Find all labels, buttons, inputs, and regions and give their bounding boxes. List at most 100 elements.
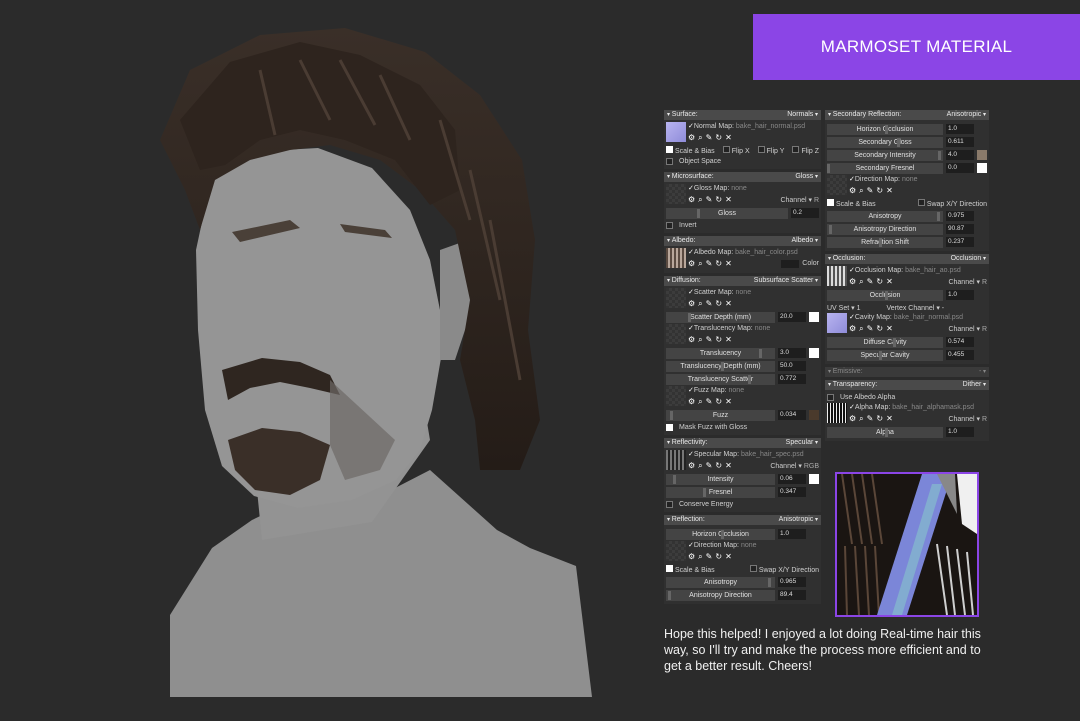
search-icon[interactable]: ⌕ [859, 186, 863, 196]
mode-dropdown[interactable]: - [979, 367, 986, 377]
secondary-intensity-value[interactable]: 4.0 [946, 150, 974, 160]
secondary-fresnel-value[interactable]: 0.0 [946, 163, 974, 173]
checkbox-mask-fuzz[interactable] [666, 424, 673, 431]
refresh-icon[interactable]: ↻ [715, 299, 722, 308]
mode-dropdown[interactable]: Specular [786, 438, 818, 448]
fresnel-color-swatch[interactable] [977, 163, 987, 173]
secondary-intensity-slider[interactable]: Secondary Intensity [827, 149, 943, 161]
mode-dropdown[interactable]: Dither [963, 380, 986, 390]
gear-icon[interactable]: ⚙ [688, 133, 695, 142]
specular-cavity-slider[interactable]: Specular Cavity [827, 349, 943, 361]
translucency-value[interactable]: 3.0 [778, 348, 806, 358]
section-reflection-header[interactable]: Reflection: Anisotropic [664, 515, 821, 525]
3d-viewport[interactable] [0, 0, 660, 717]
close-icon[interactable]: ✕ [725, 259, 732, 268]
horizon-occlusion-slider[interactable]: Horizon Occlusion [827, 123, 943, 135]
specular-cavity-value[interactable]: 0.455 [946, 350, 974, 360]
search-icon[interactable]: ⌕ [698, 259, 702, 269]
search-icon[interactable]: ⌕ [698, 195, 702, 205]
search-icon[interactable]: ⌕ [698, 299, 702, 309]
secondary-gloss-slider[interactable]: Secondary Gloss [827, 136, 943, 148]
intensity-value[interactable]: 0.06 [778, 474, 806, 484]
search-icon[interactable]: ⌕ [698, 133, 702, 143]
mode-dropdown[interactable]: Anisotropic [947, 110, 986, 120]
pen-icon[interactable]: ✎ [867, 277, 874, 286]
refresh-icon[interactable]: ↻ [876, 414, 883, 423]
anisotropy-slider[interactable]: Anisotropy [666, 576, 775, 588]
anisotropy-value[interactable]: 0.975 [946, 211, 974, 221]
horizon-occlusion-slider[interactable]: Horizon Occlusion [666, 528, 775, 540]
pen-icon[interactable]: ✎ [706, 299, 713, 308]
intensity-slider[interactable]: Intensity [666, 473, 775, 485]
gloss-map-thumbnail[interactable] [666, 184, 686, 204]
checkbox-flip-y[interactable] [757, 146, 765, 153]
mode-dropdown[interactable]: Albedo [792, 236, 818, 246]
diffuse-cavity-value[interactable]: 0.574 [946, 337, 974, 347]
normal-map-thumbnail[interactable] [666, 122, 686, 142]
close-icon[interactable]: ✕ [725, 335, 732, 344]
search-icon[interactable]: ⌕ [859, 324, 863, 334]
checkbox-conserve-energy[interactable] [666, 501, 673, 508]
scatter-color-swatch[interactable] [809, 312, 819, 322]
search-icon[interactable]: ⌕ [698, 552, 702, 562]
close-icon[interactable]: ✕ [886, 324, 893, 333]
fuzz-value[interactable]: 0.034 [778, 410, 806, 420]
refresh-icon[interactable]: ↻ [715, 461, 722, 470]
anisotropy-direction-slider[interactable]: Anisotropy Direction [666, 589, 775, 601]
specular-color-swatch[interactable] [809, 474, 819, 484]
refresh-icon[interactable]: ↻ [715, 195, 722, 204]
scatter-depth-value[interactable]: 20.0 [778, 312, 806, 322]
anisotropy-direction-value[interactable]: 89.4 [778, 590, 806, 600]
gear-icon[interactable]: ⚙ [688, 259, 695, 268]
mode-dropdown[interactable]: Gloss [795, 172, 818, 182]
checkbox-scale-bias[interactable] [666, 146, 673, 153]
horizon-occlusion-value[interactable]: 1.0 [946, 124, 974, 134]
fuzz-slider[interactable]: Fuzz [666, 409, 775, 421]
vertex-channel-dropdown[interactable]: Vertex Channel ▾ - [887, 304, 945, 312]
gear-icon[interactable]: ⚙ [688, 461, 695, 470]
gear-icon[interactable]: ⚙ [688, 552, 695, 561]
section-occlusion-header[interactable]: Occlusion: Occlusion [825, 254, 989, 264]
pen-icon[interactable]: ✎ [706, 133, 713, 142]
search-icon[interactable]: ⌕ [859, 277, 863, 287]
refresh-icon[interactable]: ↻ [715, 335, 722, 344]
anisotropy-value[interactable]: 0.965 [778, 577, 806, 587]
fresnel-value[interactable]: 0.347 [778, 487, 806, 497]
secondary-color-swatch[interactable] [977, 150, 987, 160]
refresh-icon[interactable]: ↻ [715, 397, 722, 406]
gloss-slider[interactable]: Gloss [666, 207, 788, 219]
uvset-dropdown[interactable]: UV Set ▾ 1 [827, 304, 861, 312]
translucency-depth-slider[interactable]: Translucency Depth (mm) [666, 360, 775, 372]
section-diffusion-header[interactable]: Diffusion: Subsurface Scatter [664, 276, 821, 286]
section-surface-header[interactable]: Surface: Normals [664, 110, 821, 120]
pen-icon[interactable]: ✎ [706, 259, 713, 268]
alpha-map-thumbnail[interactable] [827, 403, 847, 423]
close-icon[interactable]: ✕ [886, 186, 893, 195]
close-icon[interactable]: ✕ [725, 552, 732, 561]
albedo-map-thumbnail[interactable] [666, 248, 686, 268]
gear-icon[interactable]: ⚙ [688, 299, 695, 308]
anisotropy-direction-slider[interactable]: Anisotropy Direction [827, 223, 943, 235]
translucency-map-thumbnail[interactable] [666, 324, 686, 344]
secondary-gloss-value[interactable]: 0.611 [946, 137, 974, 147]
checkbox-use-albedo-alpha[interactable] [827, 394, 834, 401]
diffuse-cavity-slider[interactable]: Diffuse Cavity [827, 336, 943, 348]
checkbox-object-space[interactable] [666, 158, 673, 165]
pen-icon[interactable]: ✎ [867, 186, 874, 195]
refresh-icon[interactable]: ↻ [715, 133, 722, 142]
translucency-depth-value[interactable]: 50.0 [778, 361, 806, 371]
specular-map-thumbnail[interactable] [666, 450, 686, 470]
search-icon[interactable]: ⌕ [698, 397, 702, 407]
refraction-shift-slider[interactable]: Refraction Shift [827, 236, 943, 248]
refresh-icon[interactable]: ↻ [876, 186, 883, 195]
section-albedo-header[interactable]: Albedo: Albedo [664, 236, 821, 246]
section-reflectivity-header[interactable]: Reflectivity: Specular [664, 438, 821, 448]
fuzz-color-swatch[interactable] [809, 410, 819, 420]
mode-dropdown[interactable]: Subsurface Scatter [754, 276, 818, 286]
checkbox-flip-x[interactable] [722, 146, 730, 153]
pen-icon[interactable]: ✎ [706, 552, 713, 561]
mode-dropdown[interactable]: Occlusion [951, 254, 986, 264]
section-transparency-header[interactable]: Transparency: Dither [825, 380, 989, 390]
refresh-icon[interactable]: ↻ [876, 277, 883, 286]
close-icon[interactable]: ✕ [725, 133, 732, 142]
